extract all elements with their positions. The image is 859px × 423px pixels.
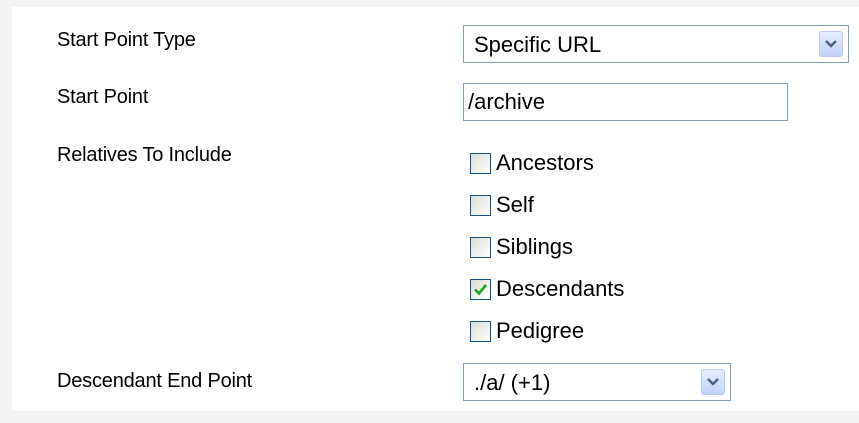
descendant-end-point-label: Descendant End Point [57, 370, 253, 392]
descendant-end-point-select[interactable]: ./a/ (+1) [463, 363, 731, 401]
chevron-down-icon[interactable] [819, 31, 843, 57]
siblings-label: Siblings [496, 234, 574, 259]
start-point-input[interactable] [463, 83, 788, 121]
relative-option-siblings[interactable]: Siblings [470, 231, 573, 263]
relatives-to-include-label: Relatives To Include [57, 144, 232, 166]
relative-option-self[interactable]: Self [470, 189, 534, 221]
start-point-type-select[interactable]: Specific URL [463, 25, 849, 63]
descendant-end-point-value: ./a/ (+1) [474, 370, 551, 395]
descendants-label: Descendants [496, 276, 625, 301]
ancestors-checkbox[interactable] [470, 152, 491, 174]
relative-option-descendants[interactable]: Descendants [470, 273, 624, 305]
check-icon [474, 283, 488, 295]
self-checkbox[interactable] [470, 194, 491, 216]
ancestors-label: Ancestors [496, 150, 594, 175]
pedigree-label: Pedigree [496, 318, 585, 343]
relative-option-pedigree[interactable]: Pedigree [470, 315, 584, 347]
start-point-type-value: Specific URL [474, 32, 602, 57]
pedigree-checkbox[interactable] [470, 320, 491, 342]
self-label: Self [496, 192, 534, 217]
relative-option-ancestors[interactable]: Ancestors [470, 147, 594, 179]
descendants-checkbox[interactable] [470, 278, 491, 300]
start-point-type-label: Start Point Type [57, 29, 196, 51]
settings-panel: Start Point Type Specific URL Start Poin… [0, 0, 859, 423]
start-point-label: Start Point [57, 86, 149, 108]
siblings-checkbox[interactable] [470, 236, 491, 258]
chevron-down-icon[interactable] [701, 369, 725, 395]
